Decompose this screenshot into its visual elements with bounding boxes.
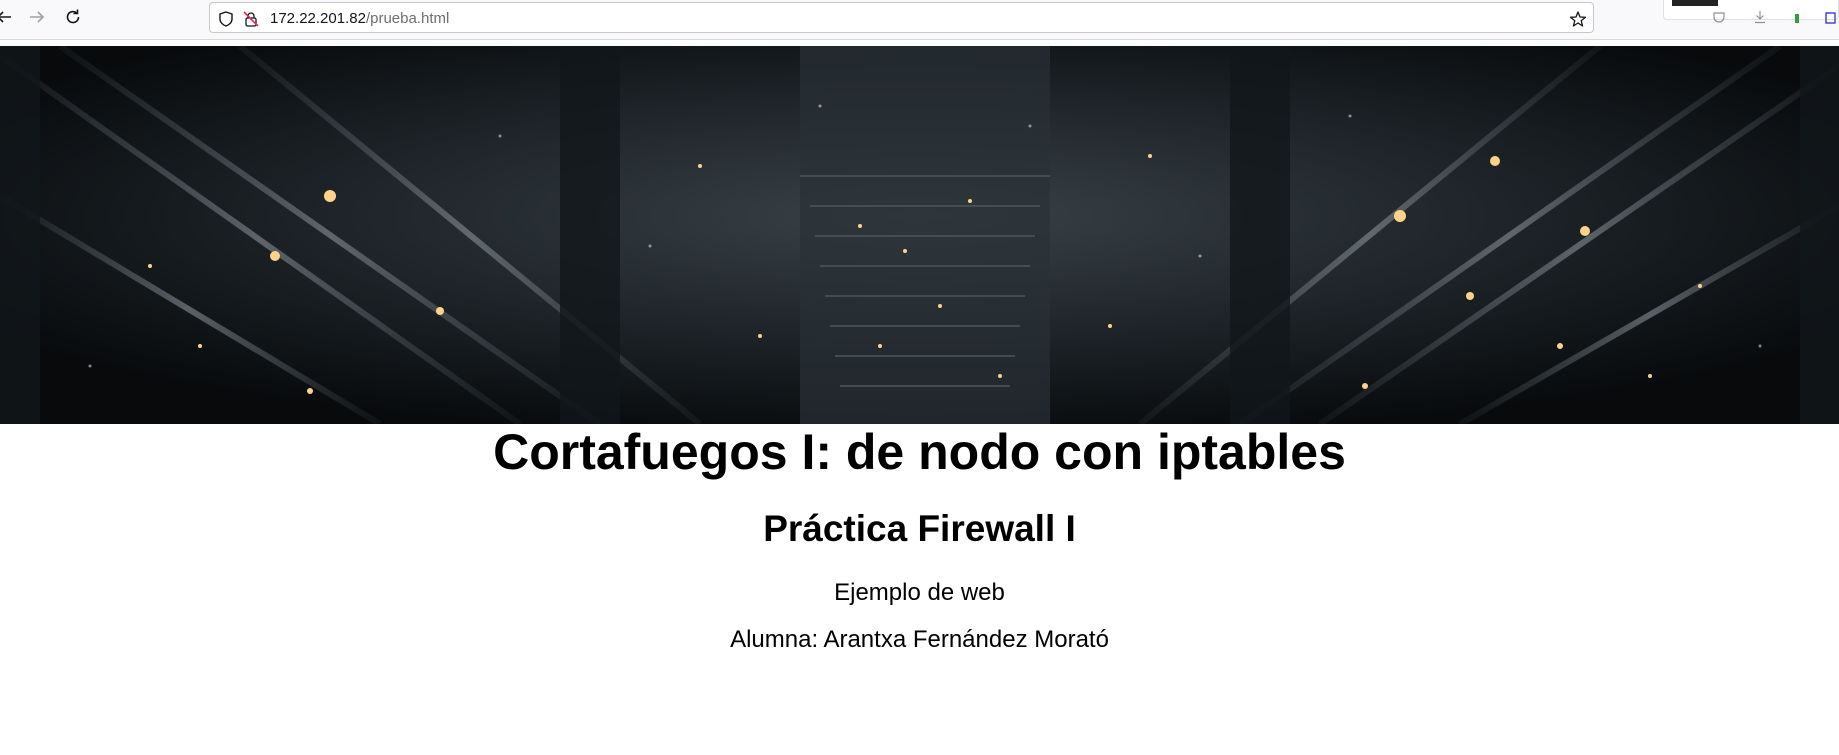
url-host: 172.22.201.82 [270,10,366,27]
url-path: /prueba.html [365,10,450,27]
popup-panel-edge [1663,0,1839,20]
shield-icon[interactable] [217,10,235,28]
insecure-lock-icon[interactable] [242,10,260,28]
menu-icon[interactable] [1823,10,1837,24]
url-text[interactable]: 172.22.201.82/prueba.html [270,10,449,27]
pocket-icon[interactable] [1712,10,1726,24]
page-title: Cortafuegos I: de nodo con iptables [493,424,1346,480]
url-bar[interactable]: 172.22.201.82/prueba.html [209,2,1594,33]
reload-icon[interactable] [59,5,87,29]
page-subtitle: Práctica Firewall I [763,508,1076,549]
server-corridor-image [0,46,1839,424]
browser-toolbar: 172.22.201.82/prueba.html [0,0,1839,40]
extension-icon[interactable] [1791,10,1805,24]
download-icon[interactable] [1753,10,1767,24]
forward-arrow-icon[interactable] [23,5,51,29]
intro-text: Ejemplo de web [834,579,1005,606]
star-icon[interactable] [1569,10,1587,28]
thumbnail [1672,0,1718,6]
back-arrow-icon[interactable] [0,5,18,29]
author-text: Alumna: Arantxa Fernández Morató [730,626,1109,653]
